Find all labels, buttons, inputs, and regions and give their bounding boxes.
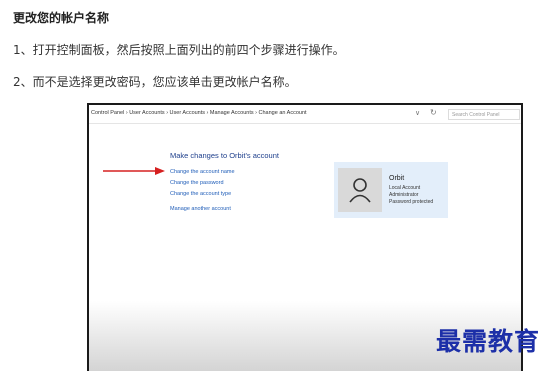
manage-another-account-link[interactable]: Manage another account xyxy=(170,206,231,212)
page-title: Make changes to Orbit's account xyxy=(170,151,279,160)
change-account-type-link[interactable]: Change the account type xyxy=(170,191,231,197)
avatar xyxy=(338,168,382,212)
watermark-logo: 最需教育 xyxy=(436,327,541,356)
arrow-right-icon xyxy=(103,167,165,175)
change-password-link[interactable]: Change the password xyxy=(170,180,224,186)
change-account-name-link[interactable]: Change the account name xyxy=(170,169,235,175)
user-icon xyxy=(349,178,371,203)
account-card: Orbit Local Account Administrator Passwo… xyxy=(334,162,448,218)
account-password-status: Password protected xyxy=(389,199,434,205)
breadcrumb[interactable]: Control Panel › User Accounts › User Acc… xyxy=(91,110,307,116)
step-2: 2、而不是选择更改密码，您应该单击更改帐户名称。 xyxy=(13,75,297,89)
step-1: 1、打开控制面板，然后按照上面列出的前四个步骤进行操作。 xyxy=(13,43,345,57)
account-name: Orbit xyxy=(389,175,405,182)
article-heading: 更改您的帐户名称 xyxy=(13,11,110,25)
address-bar: Control Panel › User Accounts › User Acc… xyxy=(89,105,521,124)
chevron-down-icon[interactable]: ∨ xyxy=(415,109,420,117)
search-input[interactable]: Search Control Panel xyxy=(448,109,520,120)
refresh-icon[interactable]: ↻ xyxy=(430,108,437,117)
account-role-label: Administrator xyxy=(389,192,419,198)
account-type-label: Local Account xyxy=(389,185,421,191)
